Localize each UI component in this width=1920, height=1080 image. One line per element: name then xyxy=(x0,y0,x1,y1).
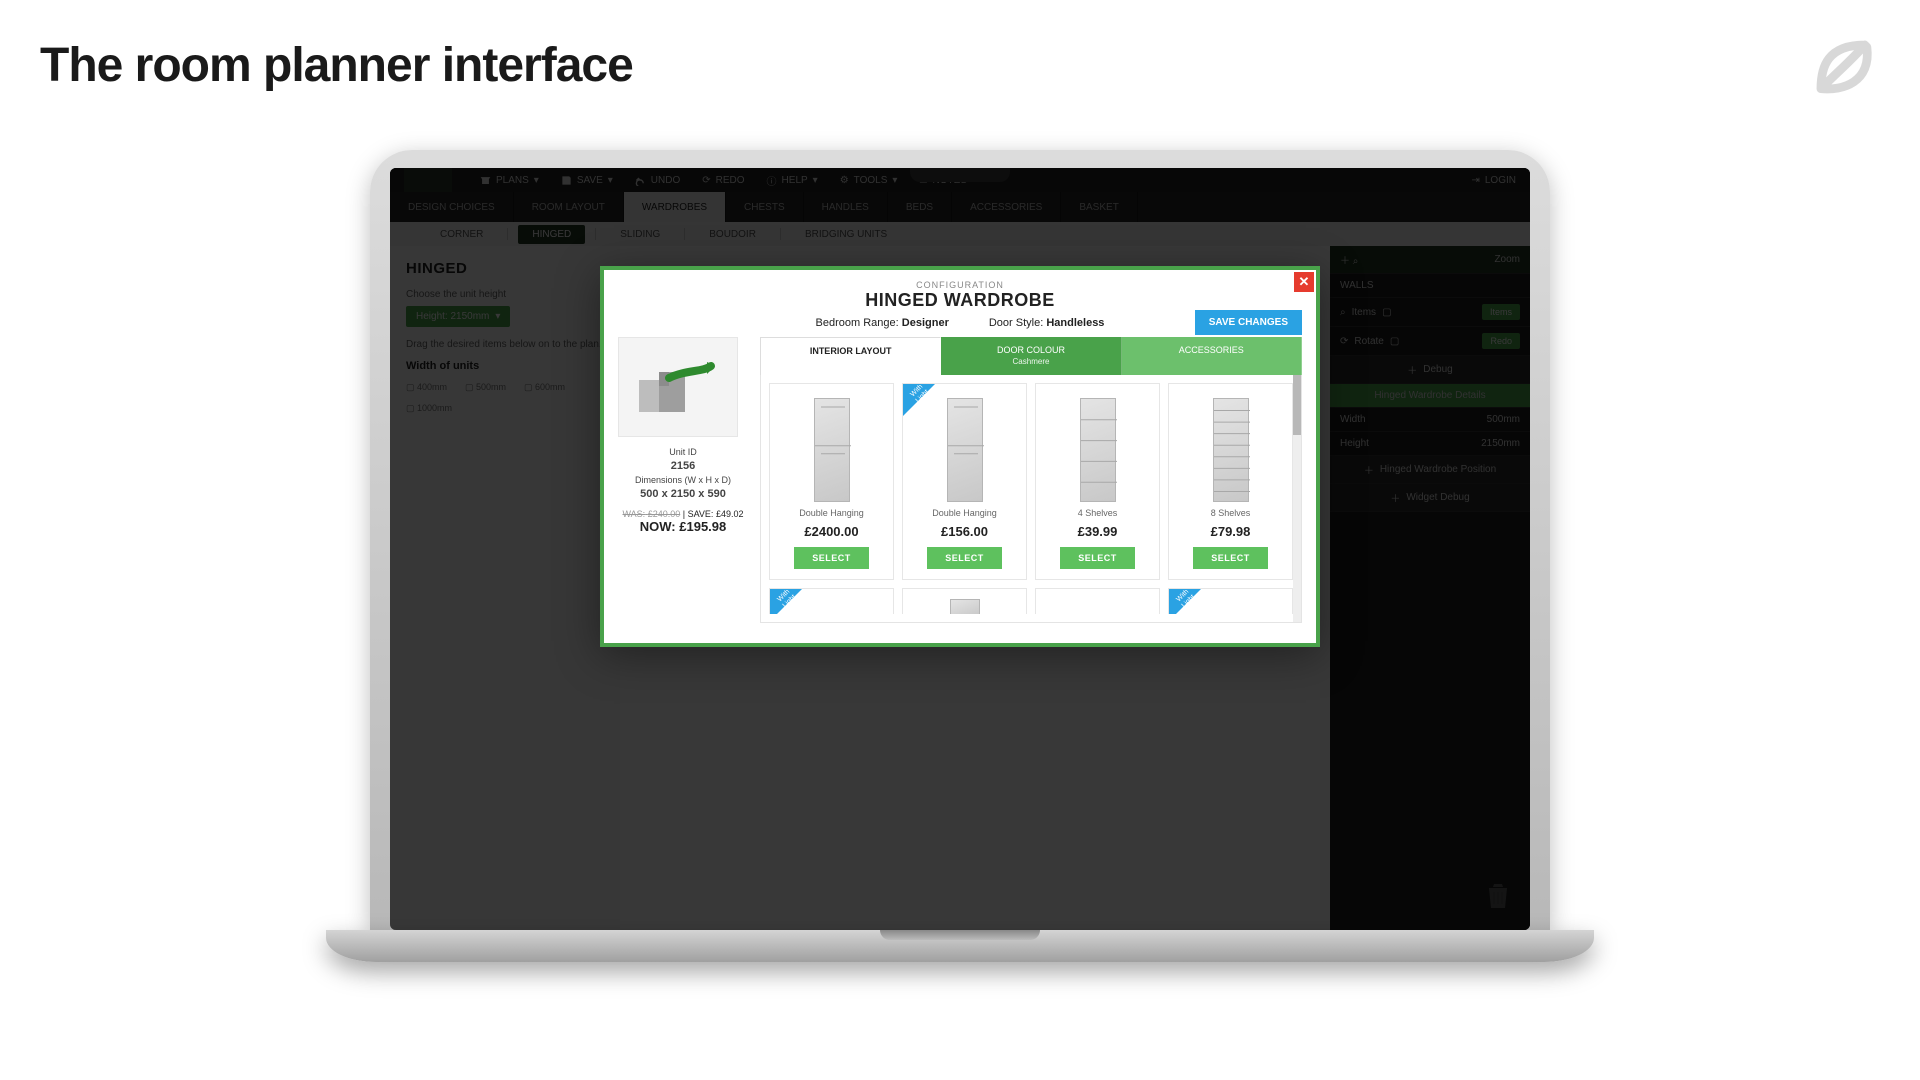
cfgtab-accessories[interactable]: ACCESSORIES xyxy=(1122,337,1302,375)
select-button[interactable]: SELECT xyxy=(927,547,1002,569)
brand-leaf-icon xyxy=(1810,34,1880,104)
modal-overline: CONFIGURATION xyxy=(614,280,1306,290)
product-name: Double Hanging xyxy=(776,508,887,518)
with-light-badge: With Light xyxy=(770,589,802,614)
select-button[interactable]: SELECT xyxy=(1193,547,1268,569)
product-price: £2400.00 xyxy=(776,524,887,539)
with-light-badge: With Light xyxy=(1169,589,1201,614)
close-button[interactable]: ✕ xyxy=(1294,272,1314,292)
unit-thumbnail xyxy=(618,337,738,437)
product-grid: Double Hanging £2400.00 SELECT With Ligh… xyxy=(769,383,1293,580)
cfgtab-door-colour[interactable]: DOOR COLOUR Cashmere xyxy=(941,337,1121,375)
product-card[interactable]: With Light Double Hanging £156.00 SELECT xyxy=(902,383,1027,580)
product-name: 8 Shelves xyxy=(1175,508,1286,518)
unit-id: 2156 xyxy=(618,459,748,473)
price-box: WAS: £240.00 | SAVE: £49.02 NOW: £195.98 xyxy=(618,509,748,534)
close-icon: ✕ xyxy=(1299,274,1310,290)
cfgtab-interior-layout[interactable]: INTERIOR LAYOUT xyxy=(760,337,941,375)
product-name: 4 Shelves xyxy=(1042,508,1153,518)
product-card[interactable]: 4 Shelves £39.99 SELECT xyxy=(1035,383,1160,580)
product-price: £39.99 xyxy=(1042,524,1153,539)
product-card-peek[interactable] xyxy=(902,588,1027,614)
save-changes-button[interactable]: SAVE CHANGES xyxy=(1195,310,1302,335)
unit-summary: Unit ID 2156 Dimensions (W x H x D) 500 … xyxy=(618,337,748,623)
slide-title: The room planner interface xyxy=(40,38,633,93)
product-image xyxy=(776,392,887,502)
product-price: £156.00 xyxy=(909,524,1020,539)
modal-title: HINGED WARDROBE xyxy=(614,290,1306,311)
product-card-peek[interactable] xyxy=(1035,588,1160,614)
product-card[interactable]: Double Hanging £2400.00 SELECT xyxy=(769,383,894,580)
config-tabs: INTERIOR LAYOUT DOOR COLOUR Cashmere ACC… xyxy=(760,337,1302,375)
product-name: Double Hanging xyxy=(909,508,1020,518)
product-card-peek[interactable]: With Light xyxy=(1168,588,1293,614)
product-card[interactable]: 8 Shelves £79.98 SELECT xyxy=(1168,383,1293,580)
unit-dimensions: 500 x 2150 x 590 xyxy=(618,487,748,501)
with-light-badge: With Light xyxy=(903,384,935,416)
product-price: £79.98 xyxy=(1175,524,1286,539)
laptop-mockup: PLANS ▾ SAVE ▾ UNDO ⟳REDO ⓘHELP ▾ ⚙TOOLS… xyxy=(326,150,1594,962)
configuration-modal: ✕ CONFIGURATION HINGED WARDROBE Bedroom … xyxy=(600,266,1320,647)
select-button[interactable]: SELECT xyxy=(794,547,869,569)
product-image xyxy=(1175,392,1286,502)
scrollbar[interactable] xyxy=(1293,375,1301,622)
product-card-peek[interactable]: With Light xyxy=(769,588,894,614)
product-image xyxy=(1042,392,1153,502)
select-button[interactable]: SELECT xyxy=(1060,547,1135,569)
